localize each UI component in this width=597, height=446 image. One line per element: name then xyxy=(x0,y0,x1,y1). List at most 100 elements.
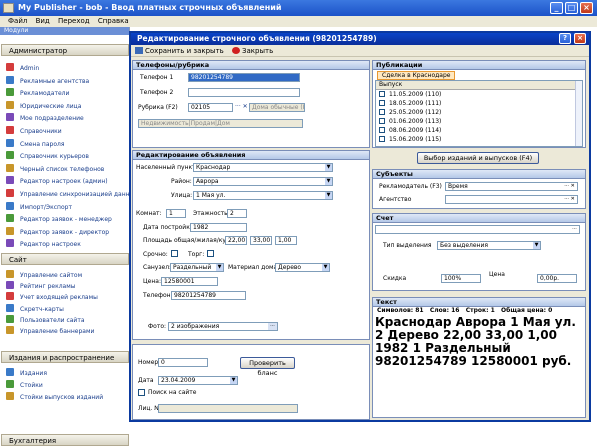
section-header[interactable]: Сайт xyxy=(1,253,129,265)
sidebar-item[interactable]: Скретч-карты xyxy=(6,303,64,314)
floors-field[interactable]: 2 xyxy=(227,209,247,218)
sidebar-item[interactable]: Издания xyxy=(6,368,47,378)
help-icon[interactable]: ? xyxy=(559,33,571,44)
area-kitchen-field[interactable]: 1,00 xyxy=(275,236,297,245)
issues-scrollbar[interactable] xyxy=(575,81,582,146)
rooms-field[interactable]: 1 xyxy=(166,209,186,218)
issue-row[interactable]: 11.05.2009 (110) xyxy=(376,90,582,99)
sidebar-item[interactable]: Справочники xyxy=(6,126,62,136)
bargain-checkbox[interactable] xyxy=(207,250,214,257)
issue-row[interactable]: 08.06.2009 (114) xyxy=(376,126,582,135)
close-dialog-icon[interactable]: × xyxy=(574,33,586,44)
publications-pane: Публикации Сделка в Краснодаре Выпуск 11… xyxy=(372,60,586,148)
district-select[interactable]: Аврора ▼ xyxy=(193,177,333,186)
sidebar-item[interactable]: Справочник курьеров xyxy=(6,151,89,161)
menu-help[interactable]: Справка xyxy=(98,17,129,25)
account-field xyxy=(158,404,298,413)
maximize-button[interactable]: □ xyxy=(565,2,578,14)
sidebar-item[interactable]: Управление синхронизацией данных xyxy=(6,189,138,199)
material-select[interactable]: Дерево ▼ xyxy=(275,263,330,272)
edit-ad-pane: Редактирование объявления Населенный пун… xyxy=(132,150,370,340)
sidebar-item[interactable]: Черный список телефонов xyxy=(6,163,104,174)
total-price: Общая цена: 0 xyxy=(501,307,553,314)
number-field[interactable]: 0 xyxy=(158,358,208,367)
bill-field[interactable]: ··· xyxy=(375,225,580,234)
street-select[interactable]: 1 Мая ул. ▼ xyxy=(193,191,333,200)
module-icon xyxy=(6,292,14,301)
bill-header: Счет xyxy=(373,214,585,223)
close-button[interactable]: Закрыть xyxy=(232,47,273,55)
issue-row[interactable]: 25.05.2009 (112) xyxy=(376,108,582,117)
site-search-checkbox[interactable] xyxy=(138,389,145,396)
save-close-button[interactable]: Сохранить и закрыть xyxy=(135,47,224,55)
issue-checkbox[interactable] xyxy=(379,127,385,133)
selection-type-select[interactable]: Без выделения ▼ xyxy=(437,241,541,250)
year-field[interactable]: 1982 xyxy=(190,223,247,232)
photo-field[interactable]: 2 изображения ··· xyxy=(168,322,278,331)
section-header[interactable]: Администратор xyxy=(1,44,129,56)
ad-phone-label: Телефон: xyxy=(143,292,173,299)
city-select[interactable]: Краснодар ▼ xyxy=(193,163,333,172)
ad-text-area[interactable]: Краснодар Аврора 1 Мая ул. 2 Дерево 22,0… xyxy=(375,316,583,368)
sidebar-item[interactable]: Юридические лица xyxy=(6,100,81,111)
sidebar-item[interactable]: Смена пароля xyxy=(6,138,64,149)
bath-select[interactable]: Раздельный ▼ xyxy=(170,263,224,272)
issue-row[interactable]: 15.06.2009 (115) xyxy=(376,135,582,144)
agency-field[interactable]: ··· ✕ xyxy=(445,195,578,204)
sidebar-item[interactable]: Рекламодатели xyxy=(6,88,69,98)
check-blank-button[interactable]: Проверить бланс xyxy=(240,357,295,377)
issue-checkbox[interactable] xyxy=(379,136,385,142)
tab-krasnodar[interactable]: Сделка в Краснодаре xyxy=(377,71,456,80)
issue-checkbox[interactable] xyxy=(379,109,385,115)
sidebar-item[interactable]: Рекламные агентства xyxy=(6,75,89,86)
bill-price-field[interactable]: 0,00р. xyxy=(537,274,577,283)
sidebar-item[interactable]: Импорт/Экспорт xyxy=(6,201,72,212)
ad-phone-field[interactable]: 98201254789 xyxy=(171,291,246,300)
section-header[interactable]: Издания и распространение xyxy=(1,351,129,363)
advertiser-field[interactable]: Время ··· ✕ xyxy=(445,182,578,191)
sidebar-item[interactable]: Стойки xyxy=(6,380,43,390)
issue-row[interactable]: 18.05.2009 (111) xyxy=(376,99,582,108)
issue-row[interactable]: 01.06.2009 (113) xyxy=(376,117,582,126)
sidebar-item[interactable]: Управление баннерами xyxy=(6,326,94,336)
rubric-lookup-button[interactable]: ··· ✕ xyxy=(235,103,248,110)
sidebar-item[interactable]: Учет входящей рекламы xyxy=(6,292,98,302)
phone1-field[interactable]: 98201254789 xyxy=(188,73,300,82)
sidebar-item[interactable]: Пользователи сайта xyxy=(6,314,85,325)
module-icon xyxy=(6,270,14,278)
issue-checkbox[interactable] xyxy=(379,100,385,106)
sidebar-item-label: Управление баннерами xyxy=(20,328,95,335)
price-field[interactable]: 12580001 xyxy=(161,277,218,286)
date-picker[interactable]: 23.04.2009 ▼ xyxy=(158,376,238,385)
sidebar-item[interactable]: Рейтинг рекламы xyxy=(6,281,76,291)
cancel-icon xyxy=(232,47,241,54)
discount-field[interactable]: 100% xyxy=(441,274,481,283)
close-app-button[interactable]: × xyxy=(580,2,593,14)
sidebar-item[interactable]: Мое подразделение xyxy=(6,113,84,123)
sidebar-item[interactable]: Редактор настроек xyxy=(6,239,81,249)
minimize-button[interactable]: _ xyxy=(550,2,563,14)
phone2-field[interactable] xyxy=(188,88,300,97)
module-icon xyxy=(6,326,14,334)
bill-pane: Счет ··· Тип выделения Без выделения ▼ Ск… xyxy=(372,213,586,291)
module-icon xyxy=(6,100,14,109)
sidebar-item[interactable]: Admin xyxy=(6,63,39,73)
rubric-code-field[interactable]: 02105 xyxy=(188,103,233,112)
area-total-field[interactable]: 22,00 xyxy=(225,236,247,245)
sidebar-item[interactable]: Редактор заявок - директор xyxy=(6,226,109,237)
sidebar-item[interactable]: Стойки выпусков изданий xyxy=(6,392,103,402)
sidebar-item[interactable]: Управление сайтом xyxy=(6,270,82,280)
sidebar-item[interactable]: Редактор заявок - менеджер xyxy=(6,214,112,224)
sidebar-item[interactable]: Редактор настроек (админ) xyxy=(6,176,108,186)
phones-pane: Телефоны/рубрика Телефон 1 98201254789 Т… xyxy=(132,60,370,148)
urgent-checkbox[interactable] xyxy=(171,250,178,257)
menu-go[interactable]: Переход xyxy=(58,17,90,25)
area-living-field[interactable]: 33,00 xyxy=(250,236,272,245)
issue-checkbox[interactable] xyxy=(379,91,385,97)
select-publications-button[interactable]: Выбор изданий и выпусков (F4) xyxy=(417,152,539,164)
section-header[interactable]: Бухгалтерия xyxy=(1,434,129,446)
issue-checkbox[interactable] xyxy=(379,118,385,124)
menu-view[interactable]: Вид xyxy=(36,17,50,25)
menu-file[interactable]: Файл xyxy=(8,17,27,25)
module-icon xyxy=(6,314,14,323)
